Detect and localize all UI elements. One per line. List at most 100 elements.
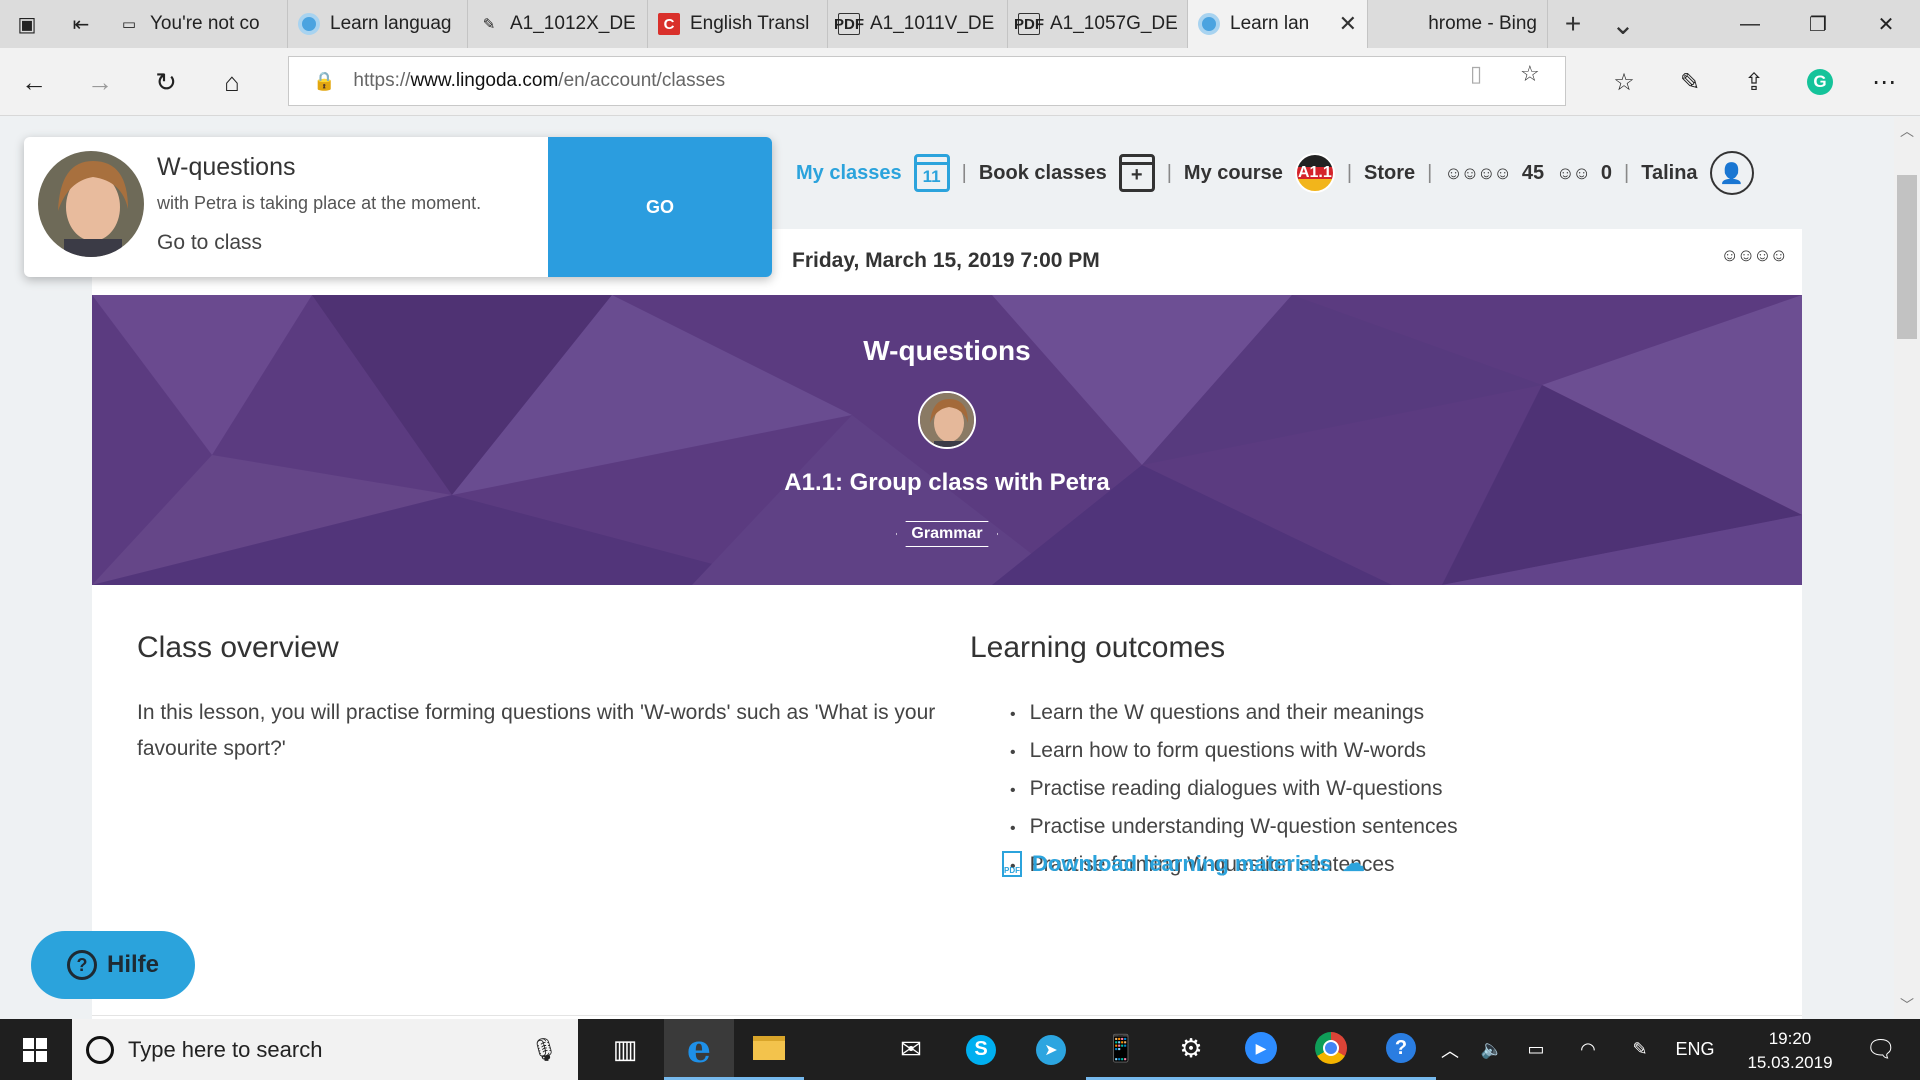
group-credits-count: 45: [1521, 161, 1545, 184]
go-button[interactable]: GO: [548, 137, 772, 277]
start-button[interactable]: [0, 1019, 70, 1080]
skype-icon[interactable]: S: [946, 1019, 1016, 1080]
outcomes-heading: Learning outcomes: [970, 631, 1226, 664]
class-subtitle: A1.1: Group class with Petra: [784, 469, 1110, 496]
tray-chevron-up-icon[interactable]: ︿: [1432, 1019, 1468, 1080]
new-tab-icon[interactable]: +: [1548, 0, 1598, 48]
address-toolbar: ← → ↻ ⌂ 🔒 https://www.lingoda.com/en/acc…: [0, 48, 1920, 116]
pen-workspace-icon[interactable]: ✎: [1620, 1019, 1660, 1080]
cortana-icon: [86, 1035, 114, 1064]
download-label: Download learning materials: [1032, 850, 1332, 876]
teacher-avatar: [38, 151, 144, 257]
browser-tab[interactable]: Learn languag: [288, 0, 468, 48]
download-materials-link[interactable]: PDF Download learning materials ☁: [1002, 849, 1366, 878]
go-to-class-link[interactable]: Go to class: [157, 231, 262, 255]
nav-store[interactable]: Store: [1364, 162, 1415, 185]
restore-icon[interactable]: ❐: [1784, 0, 1852, 48]
calendar-icon[interactable]: 11: [913, 154, 950, 192]
phone-app-icon[interactable]: 📱: [1086, 1019, 1156, 1080]
close-window-icon[interactable]: ✕: [1852, 0, 1920, 48]
class-tag: Grammar: [896, 521, 998, 547]
divider: [92, 1015, 1802, 1016]
pen-icon: ✎: [482, 16, 496, 33]
user-account-icon[interactable]: 👤: [1709, 151, 1754, 195]
lingoda-icon: [1198, 13, 1220, 35]
battery-icon[interactable]: ▭: [1516, 1019, 1556, 1080]
favorites-icon[interactable]: ☆: [1604, 62, 1644, 102]
taskbar-search[interactable]: Type here to search 🎙: [72, 1019, 578, 1080]
browser-tab[interactable]: ✎ A1_1012X_DE: [468, 0, 648, 48]
favorite-star-icon[interactable]: ☆: [1520, 61, 1540, 87]
task-view-icon[interactable]: ▥: [590, 1019, 660, 1080]
lock-icon: 🔒: [313, 70, 336, 91]
private-credits-icon: ☺☺: [1556, 162, 1591, 183]
page-viewport: My classes 11 | Book classes + | My cour…: [0, 117, 1894, 1019]
quick-assist-icon[interactable]: ?: [1366, 1019, 1436, 1080]
calendar-day: 11: [922, 167, 941, 186]
browser-tab[interactable]: ▭ You're not co: [108, 0, 288, 48]
telegram-icon[interactable]: ➤: [1016, 1019, 1086, 1080]
class-card: Friday, March 15, 2019 7:00 PM ☺☺☺☺ W-qu…: [92, 229, 1802, 1019]
refresh-icon[interactable]: ↻: [144, 60, 188, 104]
edge-app-icon[interactable]: e: [664, 1019, 734, 1080]
mail-icon[interactable]: ✉: [876, 1019, 946, 1080]
scroll-down-icon[interactable]: ﹀: [1894, 995, 1920, 1015]
url-prefix: https://: [353, 70, 411, 91]
chevron-down-icon[interactable]: ⌄: [1598, 0, 1648, 48]
nav-separator: |: [1624, 161, 1630, 184]
action-center-icon[interactable]: 🗨: [1856, 1019, 1906, 1080]
username[interactable]: Talina: [1641, 162, 1697, 185]
class-datetime: Friday, March 15, 2019 7:00 PM: [792, 249, 1100, 272]
class-live-notification: W-questions with Petra is taking place a…: [24, 137, 772, 277]
browser-tab[interactable]: PDF A1_1011V_DE: [828, 0, 1008, 48]
address-input[interactable]: 🔒 https://www.lingoda.com/en/account/cla…: [288, 56, 1566, 106]
site-nav: My classes 11 | Book classes + | My cour…: [796, 151, 1754, 195]
system-clock[interactable]: 19:20 15.03.2019: [1730, 1027, 1850, 1075]
list-item: Learn the W questions and their meanings: [1010, 695, 1458, 733]
tabs-overview-icon[interactable]: ▣: [0, 0, 54, 48]
nav-my-classes[interactable]: My classes: [796, 162, 902, 185]
clock-date: 15.03.2019: [1747, 1053, 1833, 1072]
settings-gear-icon[interactable]: ⚙: [1156, 1019, 1226, 1080]
share-icon[interactable]: ⇪: [1734, 62, 1774, 102]
microphone-icon[interactable]: 🎙: [530, 1037, 558, 1063]
teacher-avatar[interactable]: [918, 391, 976, 449]
grammarly-icon[interactable]: G: [1800, 62, 1840, 102]
minimize-icon[interactable]: —: [1716, 0, 1784, 48]
scrollbar-thumb[interactable]: [1897, 175, 1917, 339]
chrome-icon[interactable]: [1296, 1019, 1366, 1080]
overview-text: In this lesson, you will practise formin…: [137, 701, 936, 760]
nav-book-classes[interactable]: Book classes: [979, 162, 1107, 185]
question-icon: ?: [66, 950, 97, 980]
back-icon[interactable]: ←: [12, 60, 56, 104]
file-explorer-icon[interactable]: [734, 1019, 804, 1080]
browser-tab-active[interactable]: Learn lan ✕: [1188, 0, 1368, 48]
close-tab-icon[interactable]: ✕: [1339, 11, 1357, 37]
course-level-badge[interactable]: A1.1: [1294, 153, 1335, 193]
browser-tab[interactable]: PDF A1_1057G_DE: [1008, 0, 1188, 48]
browser-tab[interactable]: hrome - Bing: [1368, 0, 1548, 48]
home-icon[interactable]: ⌂: [210, 60, 254, 104]
wifi-icon[interactable]: ◠: [1568, 1019, 1608, 1080]
reading-view-icon[interactable]: ▯: [1470, 61, 1482, 87]
nav-my-course[interactable]: My course: [1184, 162, 1283, 185]
browser-tab[interactable]: C English Transl: [648, 0, 828, 48]
notification-message: with Petra is taking place at the moment…: [157, 193, 482, 213]
calendar-add-icon[interactable]: +: [1118, 154, 1155, 192]
forward-icon[interactable]: →: [78, 60, 122, 104]
zoom-icon[interactable]: ▶: [1226, 1019, 1296, 1080]
tab-label: English Transl: [690, 13, 810, 34]
help-button[interactable]: ? Hilfe: [31, 931, 195, 999]
tab-label: Learn languag: [330, 13, 452, 34]
pdf-icon: PDF: [834, 13, 864, 35]
clock-time: 19:20: [1768, 1029, 1812, 1048]
volume-icon[interactable]: 🔈: [1472, 1019, 1512, 1080]
language-indicator[interactable]: ENG: [1670, 1019, 1720, 1080]
notes-icon[interactable]: ✎: [1670, 62, 1710, 102]
help-label: Hilfe: [106, 951, 159, 978]
tab-label: Learn lan: [1230, 13, 1310, 34]
more-icon[interactable]: ⋯: [1864, 62, 1904, 102]
set-aside-tabs-icon[interactable]: ⇤: [54, 0, 108, 48]
scroll-up-icon[interactable]: ︿: [1894, 121, 1920, 141]
page-scrollbar[interactable]: ︿ ﹀: [1894, 117, 1920, 1019]
